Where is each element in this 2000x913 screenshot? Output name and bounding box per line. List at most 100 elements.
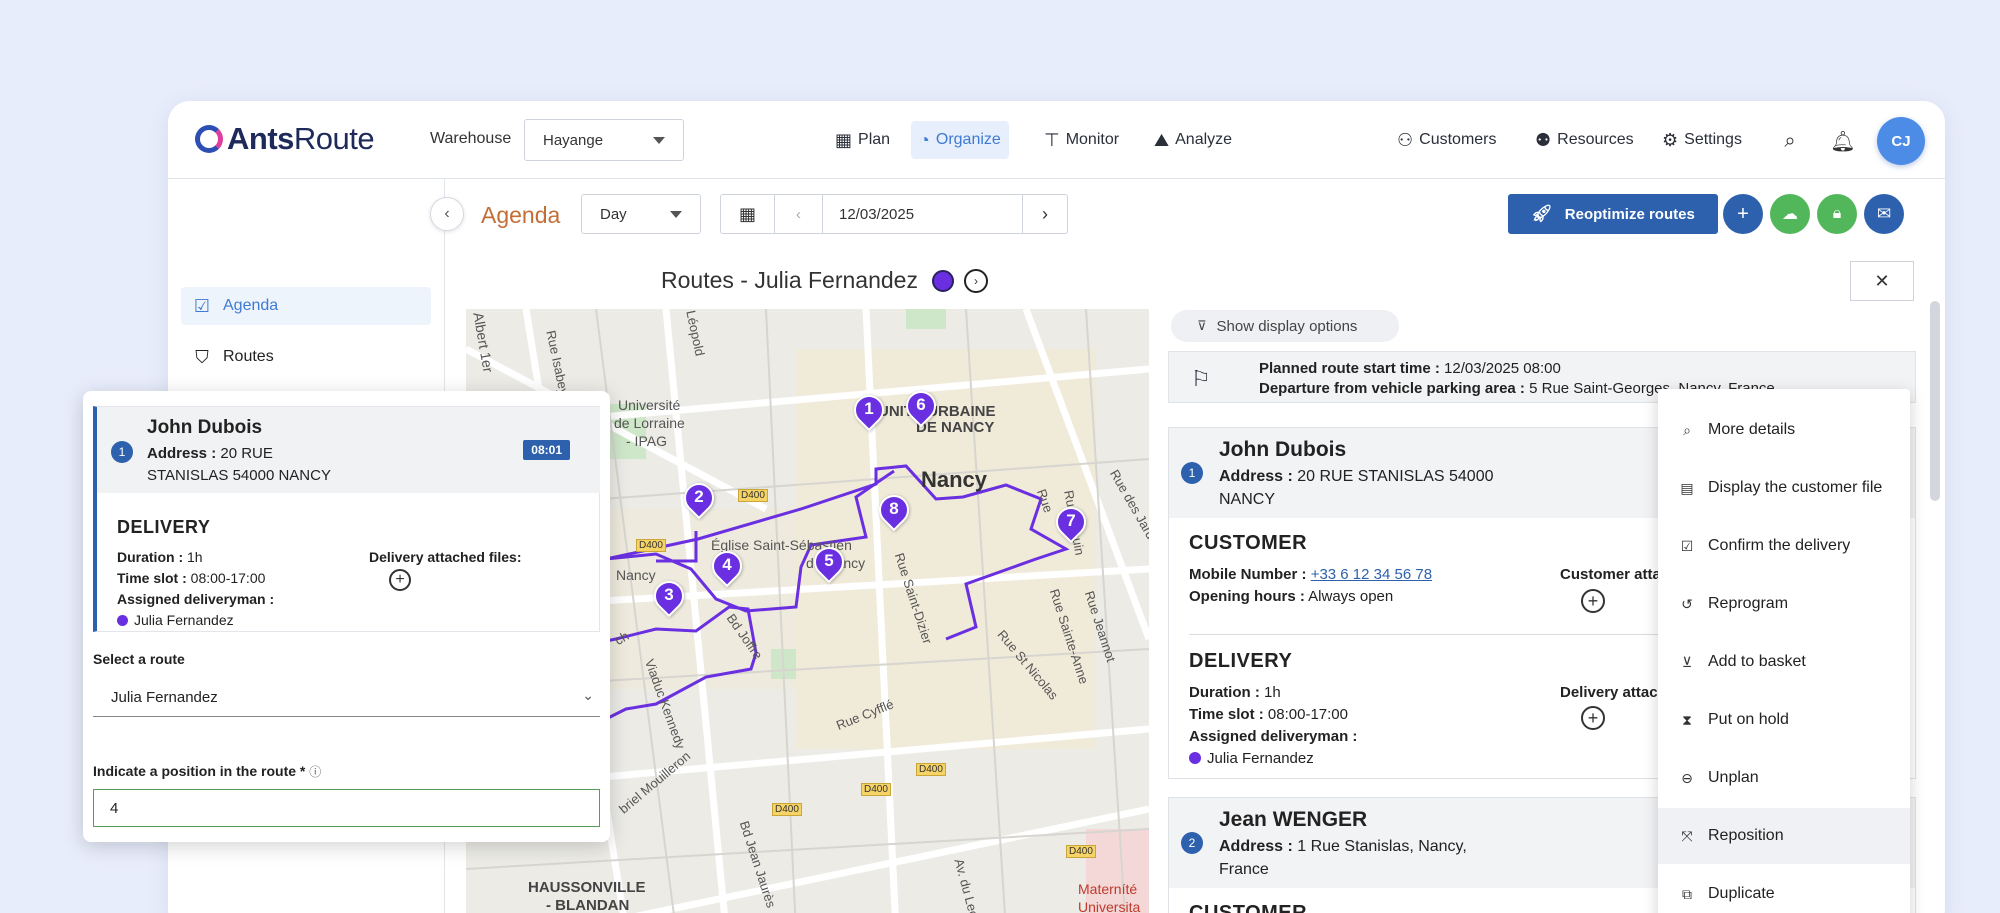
menu-more-details[interactable]: ⌕ More details xyxy=(1658,402,1910,458)
nav-monitor-label: Monitor xyxy=(1065,131,1120,148)
antsroute-logo[interactable]: AntsRoute xyxy=(195,121,375,157)
history-icon: ↺ xyxy=(1681,595,1693,612)
nav-resources-label: Resources xyxy=(1557,131,1634,148)
road-tag-d400: D400 xyxy=(1066,845,1096,858)
stop-customer-name: John Dubois xyxy=(1219,438,1347,461)
popup-assigned: Julia Fernandez xyxy=(117,612,234,628)
pin-number: 6 xyxy=(916,395,926,414)
nav-organize-label: Organize xyxy=(935,131,1001,148)
nav-resources[interactable]: ⚉ Resources xyxy=(1527,121,1642,159)
user-avatar[interactable]: CJ xyxy=(1877,117,1925,165)
add-delivery-file-icon[interactable]: + xyxy=(389,569,411,591)
filter-icon: ⊽ xyxy=(1197,318,1207,333)
address-label: Address : xyxy=(147,445,217,462)
map-pin-stop[interactable]: 1 xyxy=(847,388,891,432)
map-pin-stop[interactable]: 2 xyxy=(677,476,721,520)
collapse-sidebar-button[interactable]: ‹ xyxy=(430,197,464,231)
map-pin-stop[interactable]: 5 xyxy=(807,540,851,584)
position-label: Indicate a position in the route * ⓘ xyxy=(93,763,321,780)
menu-unplan[interactable]: ⊖ Unplan xyxy=(1658,750,1910,806)
menu-put-on-hold[interactable]: ⧗ Put on hold xyxy=(1658,692,1910,748)
date-field[interactable]: 12/03/2025 xyxy=(823,195,1023,233)
position-label-text: Indicate a position in the route * xyxy=(93,763,306,779)
menu-customer-file[interactable]: ▤ Display the customer file xyxy=(1658,460,1910,516)
menu-confirm-delivery[interactable]: ☑ Confirm the delivery xyxy=(1658,518,1910,574)
reoptimize-routes-button[interactable]: 🚀︎ Reoptimize routes xyxy=(1508,194,1718,234)
menu-item-label: Display the customer file xyxy=(1708,479,1883,496)
add-delivery-file-icon[interactable]: + xyxy=(1581,706,1605,730)
deliveryman-color-dot xyxy=(1189,752,1201,764)
routes-heading: Routes - Julia Fernandez › xyxy=(661,267,988,294)
lock-button[interactable]: 🔒︎ xyxy=(1817,194,1857,234)
detail-scrollbar[interactable] xyxy=(1930,301,1940,501)
calendar-picker-icon[interactable]: ▦ xyxy=(721,195,775,233)
cloud-upload-button[interactable]: ☁ xyxy=(1770,194,1810,234)
nav-plan[interactable]: ▦ Plan xyxy=(827,121,898,159)
road-tag-d400: D400 xyxy=(916,763,946,776)
warehouse-value: Hayange xyxy=(543,131,604,149)
map-pin-stop[interactable]: 3 xyxy=(647,574,691,618)
gauge-icon: ◔ xyxy=(919,129,930,150)
flag-icon: ⚐ xyxy=(1191,366,1211,391)
popup-duration: Duration : 1h xyxy=(117,549,203,565)
map-pin-stop[interactable]: 8 xyxy=(872,488,916,532)
nav-settings[interactable]: ⚙ Settings xyxy=(1654,121,1750,159)
route-select[interactable]: Julia Fernandez ⌄ xyxy=(93,667,600,717)
show-display-options-button[interactable]: ⊽ Show display options xyxy=(1171,310,1399,342)
popup-stop-card: 1 John Dubois Address : 20 RUE STANISLAS … xyxy=(93,406,600,632)
bell-icon[interactable]: 🔔︎ xyxy=(1829,127,1857,155)
nav-analyze[interactable]: ⛰ Analyze xyxy=(1146,121,1240,159)
nav-monitor[interactable]: ⊤ Monitor xyxy=(1036,121,1127,159)
chevron-right-icon: › xyxy=(973,273,978,288)
menu-item-label: Put on hold xyxy=(1708,711,1789,728)
nav-customers[interactable]: ⚇ Customers xyxy=(1389,121,1505,159)
map-pin-stop[interactable]: 7 xyxy=(1049,500,1093,544)
close-routes-button[interactable]: ✕ xyxy=(1850,261,1914,301)
mobile-link[interactable]: +33 6 12 34 56 78 xyxy=(1311,566,1432,583)
next-date-button[interactable]: › xyxy=(1023,195,1067,233)
email-button[interactable]: ✉ xyxy=(1864,194,1904,234)
map-pin-stop[interactable]: 6 xyxy=(899,384,943,428)
add-button[interactable]: + xyxy=(1723,194,1763,234)
menu-reprogram[interactable]: ↺ Reprogram xyxy=(1658,576,1910,632)
next-route-button[interactable]: › xyxy=(963,268,988,293)
signpost-icon: ⊤ xyxy=(1044,129,1060,150)
address-line2: NANCY xyxy=(1219,491,1276,508)
pin-number: 8 xyxy=(889,499,899,518)
map-pin-stop[interactable]: 4 xyxy=(705,544,749,588)
add-customer-file-icon[interactable]: + xyxy=(1581,589,1605,613)
warehouse-select[interactable]: Hayange xyxy=(524,119,684,161)
popup-customer-name: John Dubois xyxy=(147,417,263,438)
stop-context-menu: ⌕ More details ▤ Display the customer file… xyxy=(1658,389,1910,913)
menu-duplicate[interactable]: ⧉ Duplicate xyxy=(1658,866,1910,913)
mobile-number: Mobile Number : +33 6 12 34 56 78 xyxy=(1189,566,1432,583)
duration-label: Duration : xyxy=(1189,684,1260,701)
assigned-label: Assigned deliveryman : xyxy=(1189,728,1358,745)
menu-reposition[interactable]: ⤧ Reposition xyxy=(1658,808,1910,864)
warehouse-label: Warehouse xyxy=(430,130,512,147)
map-label-urbaine: UNITÉ URBAINE xyxy=(878,403,996,420)
delivery-section-title: DELIVERY xyxy=(1189,650,1293,672)
popup-assigned-label: Assigned deliveryman : xyxy=(117,591,274,607)
routes-title-text: Routes - Julia Fernandez xyxy=(661,267,918,293)
route-color-dot xyxy=(931,269,954,292)
nav-customers-label: Customers xyxy=(1419,131,1497,148)
sidebar-item-routes[interactable]: ⛉ Routes xyxy=(181,338,431,376)
slot-label: Time slot : xyxy=(1189,706,1264,723)
stop-customer-name: Jean WENGER xyxy=(1219,808,1368,831)
sidebar-item-agenda[interactable]: ☑ Agenda xyxy=(181,287,431,325)
road-tag-d400: D400 xyxy=(861,783,891,796)
rocket-icon: 🚀︎ xyxy=(1531,204,1553,223)
sidebar-item-label: Routes xyxy=(223,348,274,365)
pin-number: 2 xyxy=(694,487,704,506)
search-icon[interactable]: ⌕ xyxy=(1776,127,1804,155)
nav-organize[interactable]: ◔ Organize xyxy=(911,121,1009,159)
prev-date-button[interactable]: ‹ xyxy=(775,195,823,233)
address-label: Address : xyxy=(1219,838,1293,855)
position-input[interactable]: 4 xyxy=(93,789,600,827)
slot-value: 08:00-17:00 xyxy=(190,570,266,586)
view-select[interactable]: Day xyxy=(581,194,701,234)
calendar-check-icon: ☑ xyxy=(1680,537,1694,554)
menu-add-to-basket[interactable]: ⊻ Add to basket xyxy=(1658,634,1910,690)
address-line2: STANISLAS 54000 NANCY xyxy=(147,467,331,484)
